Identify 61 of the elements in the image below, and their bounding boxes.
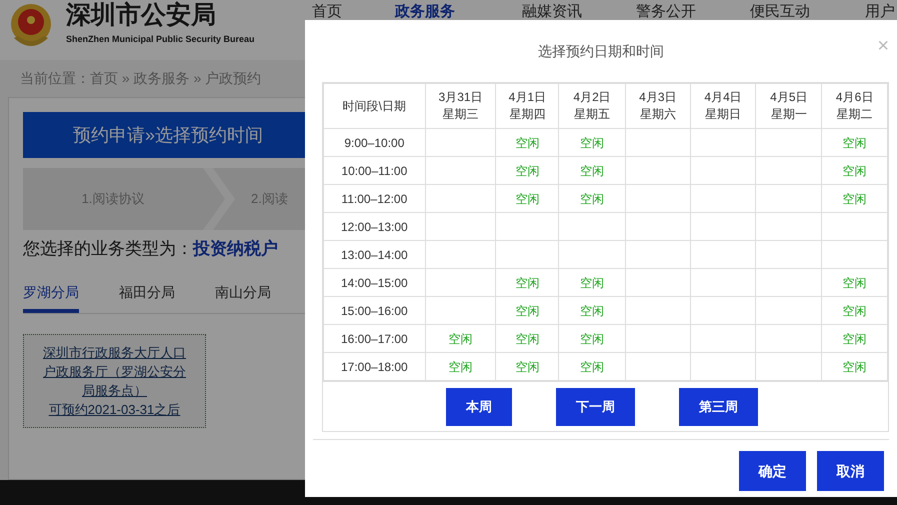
step-label: 2.阅读 (251, 190, 288, 208)
available-slot[interactable]: 空闲 (580, 276, 604, 290)
available-slot[interactable]: 空闲 (515, 164, 540, 178)
available-slot[interactable]: 空闲 (842, 304, 867, 318)
column-header: 4月6日 星期二 (822, 84, 888, 128)
time-slot: 15:00–16:00 (324, 296, 426, 324)
available-slot[interactable]: 空闲 (580, 192, 604, 206)
available-slot[interactable]: 空闲 (515, 136, 540, 150)
available-slot[interactable]: 空闲 (842, 136, 867, 150)
week-button[interactable]: 第三周 (679, 388, 758, 426)
available-slot[interactable]: 空闲 (842, 192, 867, 206)
time-slot: 14:00–15:00 (324, 268, 426, 296)
column-header: 时间段\日期 (324, 84, 426, 128)
available-slot[interactable]: 空闲 (515, 276, 540, 290)
dialog-title: 选择预约日期和时间 (538, 42, 664, 60)
available-slot[interactable]: 空闲 (448, 360, 473, 374)
nav-item[interactable]: 警务公开 (636, 1, 696, 24)
available-slot[interactable]: 空闲 (842, 332, 867, 346)
dialog-button[interactable]: 确定 (739, 451, 806, 491)
column-header: 3月31日 星期三 (425, 84, 496, 128)
available-slot[interactable]: 空闲 (515, 304, 540, 318)
close-button[interactable]: × (877, 36, 889, 56)
available-slot[interactable]: 空闲 (515, 332, 540, 346)
business-type-value: 投资纳税户 (193, 238, 278, 260)
time-slot: 11:00–12:00 (324, 184, 426, 212)
available-slot[interactable]: 空闲 (515, 360, 540, 374)
step-label: 1.阅读协议 (80, 190, 146, 208)
time-slot: 9:00–10:00 (324, 128, 426, 156)
time-slot: 17:00–18:00 (324, 352, 426, 380)
column-header: 4月1日 星期四 (496, 84, 559, 128)
available-slot[interactable]: 空闲 (580, 360, 604, 374)
available-slot[interactable]: 空闲 (842, 360, 867, 374)
available-slot[interactable]: 空闲 (580, 304, 604, 318)
time-slot: 13:00–14:00 (324, 240, 426, 268)
site-subtitle: ShenZhen Municipal Public Security Bureau (66, 33, 255, 46)
available-slot[interactable]: 空闲 (580, 164, 604, 178)
available-slot[interactable]: 空闲 (580, 332, 604, 346)
branch-tab[interactable]: 罗湖分局 (23, 282, 79, 312)
branch-tab[interactable]: 福田分局 (119, 282, 175, 312)
business-type-label: 您选择的业务类型为： (23, 238, 193, 260)
branch-tab[interactable]: 南山分局 (215, 282, 271, 312)
breadcrumb: 当前位置：首页 » 政务服务 » 户政预约 (20, 69, 262, 88)
nav-item[interactable]: 融媒资讯 (522, 1, 582, 24)
column-header: 4月5日 星期一 (756, 84, 822, 128)
dialog-button[interactable]: 取消 (817, 451, 884, 491)
available-slot[interactable]: 空闲 (842, 164, 867, 178)
available-slot[interactable]: 空闲 (580, 136, 604, 150)
available-slot[interactable]: 空闲 (515, 192, 540, 206)
week-button[interactable]: 下一周 (556, 388, 635, 426)
column-header: 4月2日 星期五 (558, 84, 626, 128)
site-title: 深圳市公安局 (66, 0, 217, 30)
available-slot[interactable]: 空闲 (448, 332, 473, 346)
available-slot[interactable]: 空闲 (842, 276, 867, 290)
week-button[interactable]: 本周 (446, 388, 512, 426)
time-slot: 10:00–11:00 (324, 156, 426, 184)
column-header: 4月3日 星期六 (625, 84, 690, 128)
column-header: 4月4日 星期日 (690, 84, 756, 128)
nav-item[interactable]: 用户 (865, 1, 895, 24)
nav-item[interactable]: 首页 (312, 1, 342, 24)
time-slot: 12:00–13:00 (324, 212, 426, 240)
time-slot: 16:00–17:00 (324, 324, 426, 352)
